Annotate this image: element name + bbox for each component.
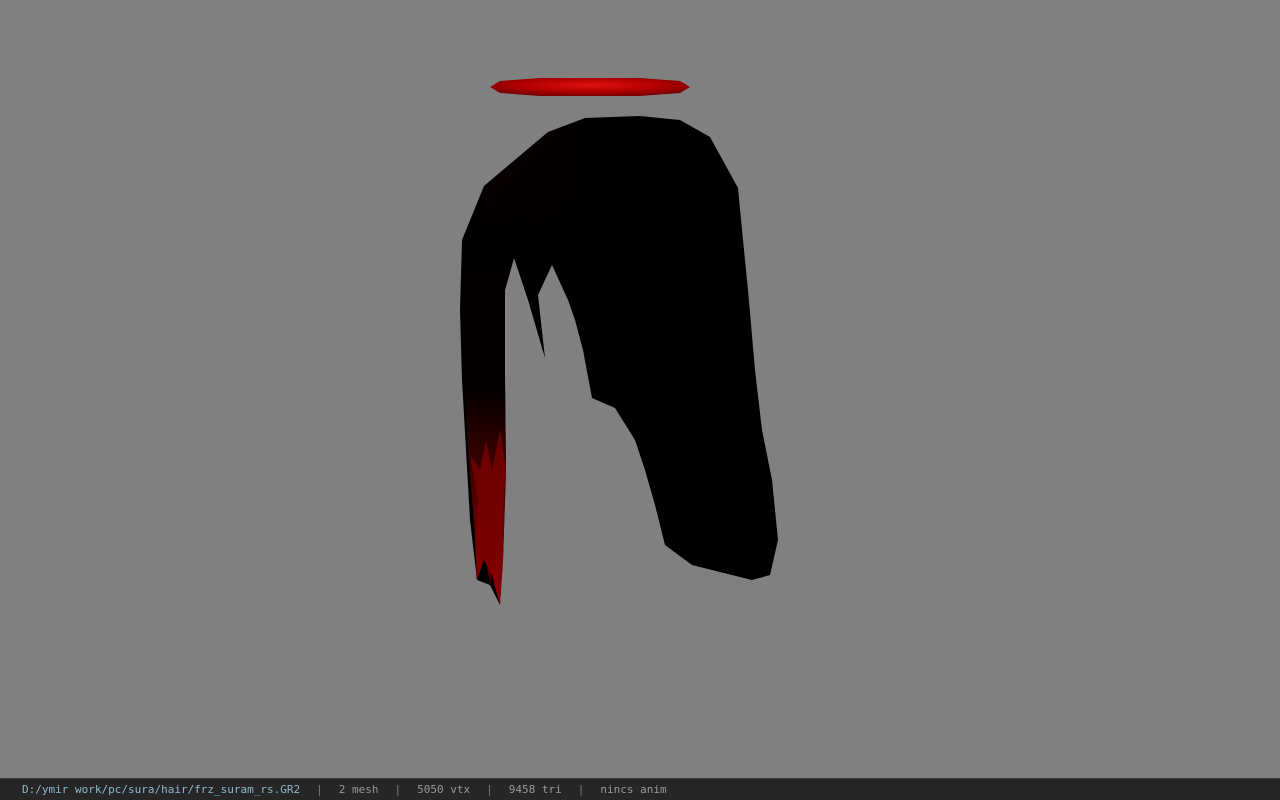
status-separator: |	[316, 783, 323, 796]
status-triangle-count: 9458 tri	[508, 783, 562, 796]
status-file-path: D:/ymir work/pc/sura/hair/frz_suram_rs.G…	[22, 783, 301, 796]
status-mesh-count: 2 mesh	[338, 783, 379, 796]
model-render	[460, 78, 778, 605]
status-separator: |	[394, 783, 402, 796]
status-vertex-count: 5050 vtx	[417, 783, 471, 796]
status-separator: |	[486, 783, 493, 796]
halo-mesh	[490, 78, 690, 96]
status-separator: |	[577, 783, 585, 796]
3d-viewport[interactable]	[0, 0, 1280, 778]
status-anim: nincs anim	[600, 783, 667, 796]
status-bar: D:/ymir work/pc/sura/hair/frz_suram_rs.G…	[0, 778, 1280, 800]
